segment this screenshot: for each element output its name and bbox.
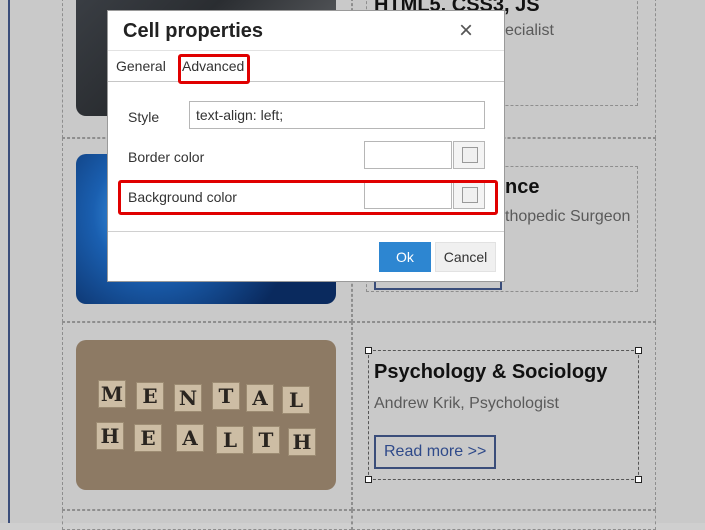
background-color-picker-button[interactable] — [453, 181, 485, 209]
background-color-label: Background color — [128, 189, 237, 205]
letter-tile: M — [98, 380, 126, 408]
border-color-input[interactable] — [364, 141, 452, 169]
table-cell[interactable] — [352, 510, 656, 530]
dialog-title: Cell properties — [123, 20, 264, 42]
letter-tile: H — [96, 422, 124, 450]
border-color-picker-button[interactable] — [453, 141, 485, 169]
close-icon[interactable]: × — [456, 19, 476, 43]
letter-tile: L — [216, 426, 244, 454]
card-title: nce — [505, 176, 540, 198]
tab-general[interactable]: General — [108, 51, 175, 81]
style-input[interactable] — [189, 101, 485, 129]
background-color-input[interactable] — [364, 181, 452, 209]
letter-tile: N — [174, 384, 202, 412]
tab-advanced[interactable]: Advanced — [174, 51, 253, 81]
page-border — [8, 0, 10, 523]
letter-tile: E — [136, 382, 164, 410]
card-subtitle: thopedic Surgeon — [505, 208, 631, 225]
letter-tile: H — [288, 428, 316, 456]
table-cell[interactable] — [62, 510, 352, 530]
ok-button[interactable]: Ok — [379, 242, 431, 272]
letter-tile: A — [176, 424, 204, 452]
tab-bar: General Advanced — [108, 50, 504, 82]
letter-tile: T — [252, 426, 280, 454]
dialog-footer-divider — [108, 231, 504, 232]
cancel-button[interactable]: Cancel — [435, 242, 496, 272]
resize-handle[interactable] — [365, 476, 372, 483]
color-swatch-icon — [462, 187, 478, 203]
resize-handle[interactable] — [365, 347, 372, 354]
letter-tile: L — [282, 386, 310, 414]
card-title: Psychology & Sociology — [374, 361, 608, 383]
letter-tile: E — [134, 424, 162, 452]
color-swatch-icon — [462, 147, 478, 163]
card-subtitle: Andrew Krik, Psychologist — [374, 395, 559, 412]
letter-tile: T — [212, 382, 240, 410]
resize-handle[interactable] — [635, 476, 642, 483]
letter-tile: A — [246, 384, 274, 412]
cell-properties-dialog: Cell properties × General Advanced Style… — [107, 10, 505, 282]
border-color-label: Border color — [128, 149, 205, 165]
read-more-link[interactable]: Read more >> — [374, 435, 497, 469]
card-subtitle: ecialist — [505, 22, 554, 39]
style-label: Style — [128, 109, 160, 125]
resize-handle[interactable] — [635, 347, 642, 354]
mental-health-image: M E N T A L H E A L T H — [76, 340, 336, 490]
